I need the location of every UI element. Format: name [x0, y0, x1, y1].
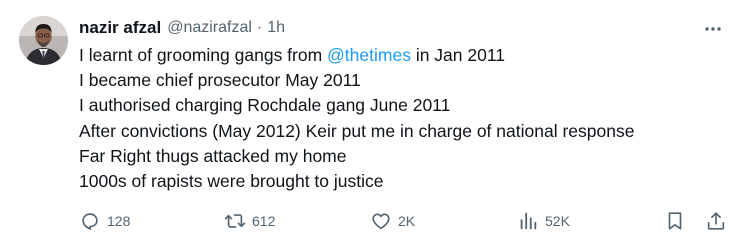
like-button[interactable]: 2K — [370, 205, 415, 237]
avatar-image — [19, 16, 68, 65]
heart-icon — [370, 210, 392, 232]
author-handle[interactable]: @nazirafzal — [167, 19, 252, 37]
more-options-button[interactable] — [700, 16, 726, 42]
tweet-header: nazir afzal @nazirafzal · 1h — [79, 16, 285, 40]
reply-count: 128 — [107, 213, 131, 229]
more-horizontal-icon — [705, 27, 721, 31]
tweet-line-text: in Jan 2011 — [410, 45, 506, 65]
tweet-line: 1000s of rapists were brought to justice — [79, 171, 384, 192]
tweet[interactable]: nazir afzal @nazirafzal · 1h I learnt of… — [0, 0, 750, 251]
bookmark-icon — [664, 210, 686, 232]
share-button[interactable] — [705, 205, 727, 237]
tweet-line-text: I learnt of grooming gangs from — [79, 45, 328, 65]
avatar[interactable] — [19, 16, 68, 65]
reply-button[interactable]: 128 — [79, 205, 130, 237]
repost-count: 612 — [252, 213, 276, 229]
tweet-timestamp[interactable]: 1h — [267, 19, 285, 37]
header-separator: · — [256, 19, 263, 36]
author-display-name[interactable]: nazir afzal — [79, 18, 161, 38]
views-chart-icon — [517, 210, 539, 232]
tweet-line: Far Right thugs attacked my home — [79, 145, 347, 166]
like-count: 2K — [398, 213, 416, 229]
repost-button[interactable]: 612 — [224, 205, 275, 237]
share-icon — [705, 210, 727, 232]
repost-icon — [224, 210, 246, 232]
reply-icon — [79, 210, 101, 232]
views-button[interactable]: 52K — [517, 205, 570, 237]
views-count: 52K — [545, 213, 570, 229]
tweet-actions: 128 612 2K 52K — [0, 205, 750, 237]
tweet-line: After convictions (May 2012) Keir put me… — [79, 120, 635, 141]
tweet-line: I authorised charging Rochdale gang June… — [79, 95, 451, 116]
bookmark-button[interactable] — [664, 205, 686, 237]
tweet-line: I learnt of grooming gangs from @thetime… — [79, 43, 739, 68]
mention-link[interactable]: @thetimes — [327, 45, 411, 65]
tweet-text: I learnt of grooming gangs from @thetime… — [79, 43, 739, 194]
tweet-line: I became chief prosecutor May 2011 — [79, 70, 361, 91]
